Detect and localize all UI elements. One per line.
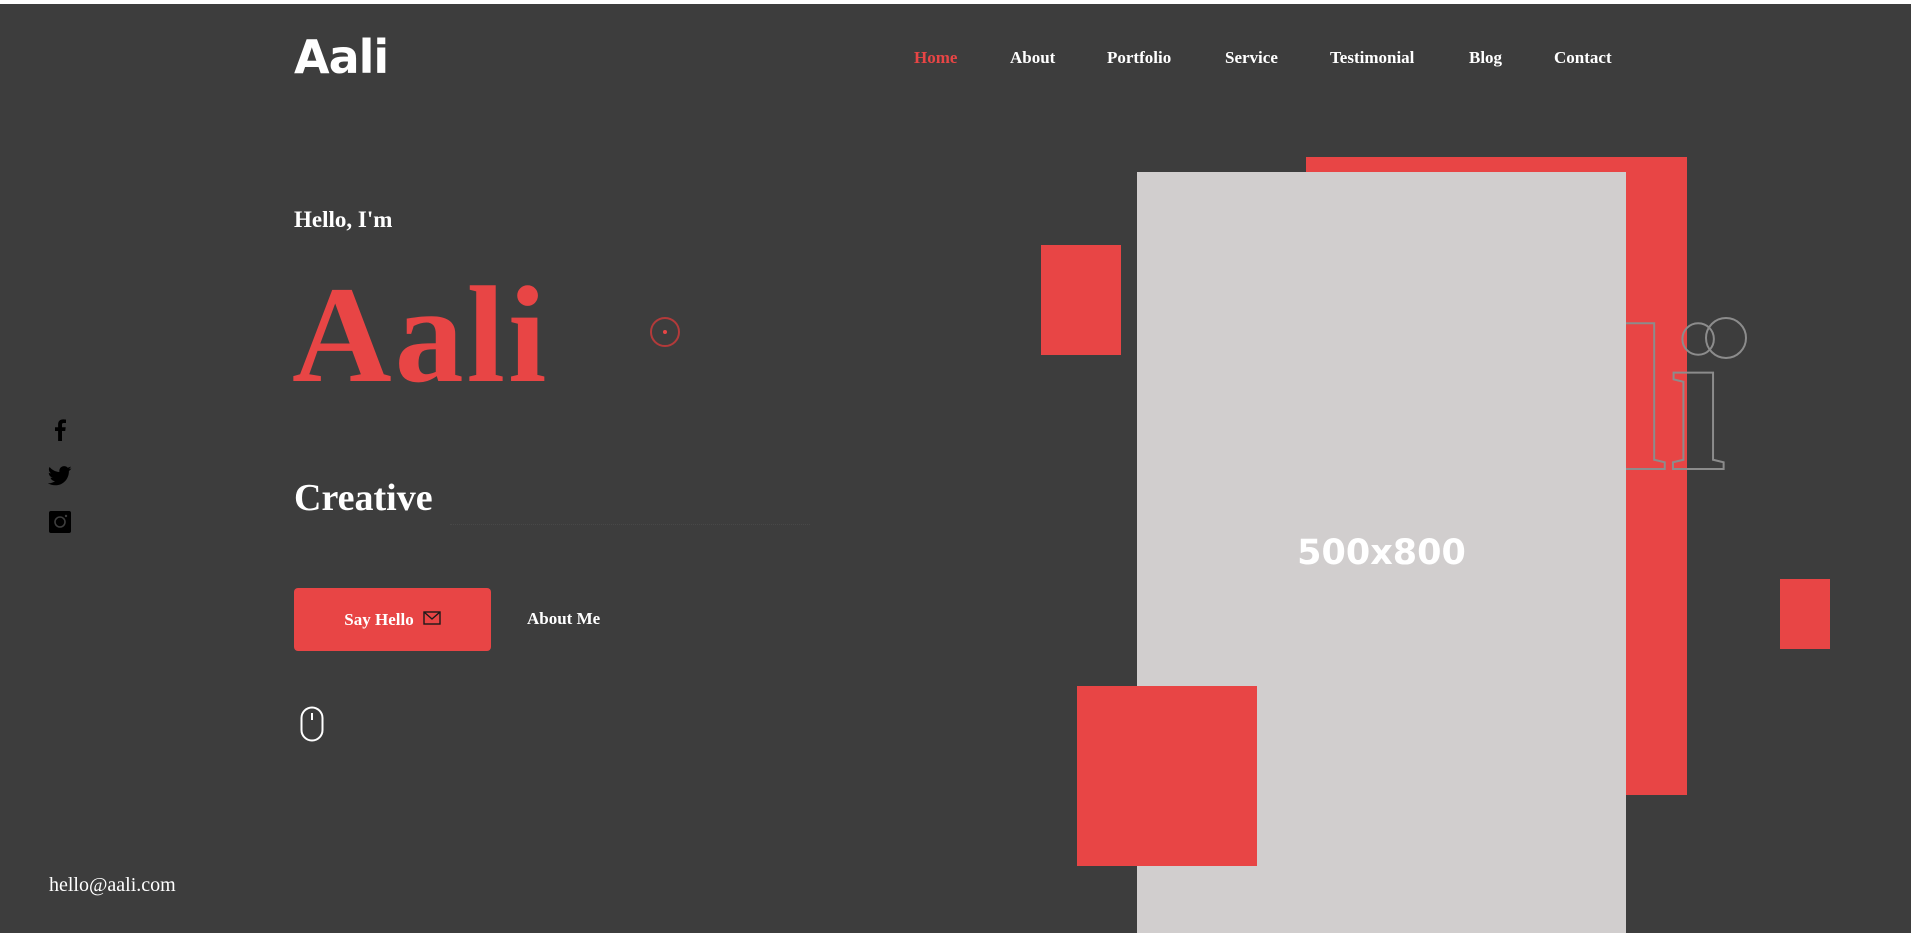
decor-red-square	[1780, 579, 1830, 649]
nav-blog[interactable]: Blog	[1469, 48, 1502, 68]
greeting-text: Hello, I'm	[294, 207, 393, 232]
nav-contact[interactable]: Contact	[1554, 48, 1612, 68]
about-me-link[interactable]: About Me	[527, 609, 600, 629]
say-hello-label: Say Hello	[344, 609, 414, 629]
say-hello-button[interactable]: Say Hello	[294, 588, 491, 651]
hero-role: Creative	[294, 477, 433, 519]
nav-testimonial[interactable]: Testimonial	[1330, 48, 1414, 68]
facebook-icon[interactable]	[48, 418, 72, 442]
image-placeholder-label: 500x800	[1297, 532, 1466, 573]
main-nav: Home About Portfolio Service Testimonial…	[0, 48, 1911, 72]
scroll-mouse-icon[interactable]	[300, 706, 324, 747]
decor-red-square	[1077, 686, 1257, 866]
outline-dot	[1705, 317, 1747, 359]
nav-home[interactable]: Home	[914, 48, 957, 68]
instagram-icon[interactable]	[48, 510, 72, 534]
hero-name: Aali	[292, 258, 550, 411]
nav-service[interactable]: Service	[1225, 48, 1278, 68]
twitter-icon[interactable]	[48, 464, 72, 488]
envelope-icon	[423, 610, 441, 630]
divider	[450, 524, 810, 525]
nav-about[interactable]: About	[1010, 48, 1055, 68]
contact-email[interactable]: hello@aali.com	[49, 874, 176, 897]
cursor-ring-icon	[650, 317, 680, 347]
decor-red-square	[1041, 245, 1121, 355]
hero-section: Aali Home About Portfolio Service Testim…	[0, 4, 1911, 933]
nav-portfolio[interactable]: Portfolio	[1107, 48, 1171, 68]
